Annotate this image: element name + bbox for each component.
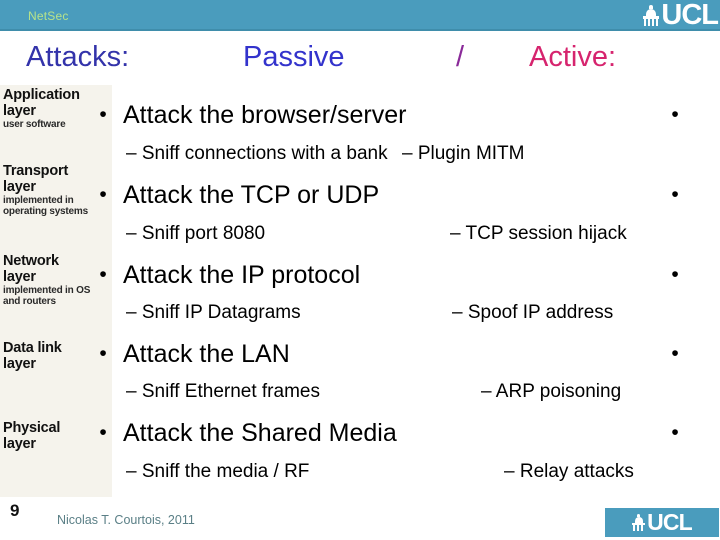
bullet-icon: • [671,103,679,126]
ucl-dome-icon [632,513,646,532]
bullet-icon: • [671,421,679,444]
title-active: Active: [529,41,617,73]
row-sub-active: – Relay attacks [504,461,634,482]
bullet-icon: • [99,421,107,444]
slide-number: 9 [10,501,20,520]
content-row-sub: – Sniff Ethernet frames – ARP poisoning [0,379,720,405]
ucl-logo-header: UCL [643,0,719,31]
header-band: NetSec UCL [0,0,720,31]
page-title: Attacks: Passive / Active: [0,36,720,78]
bullet-icon: • [99,103,107,126]
content-row-main: • Attack the IP protocol • [0,258,720,292]
bullet-icon: • [99,342,107,365]
content-row-main: • Attack the LAN • [0,337,720,371]
title-passive: Passive [243,41,345,73]
row-sub-passive: – Sniff connections with a bank [126,143,388,164]
ucl-logo-footer: UCL [605,508,719,537]
bullet-icon: • [99,263,107,286]
bullet-icon: • [671,183,679,206]
content-row-main: • Attack the TCP or UDP • [0,178,720,212]
ucl-dome-icon [643,4,660,27]
bullet-icon: • [671,263,679,286]
content-row-sub: – Sniff connections with a bank – Plugin… [0,141,720,167]
content-row-sub: – Sniff IP Datagrams – Spoof IP address [0,300,720,326]
row-main-text: Attack the TCP or UDP [123,181,380,209]
row-sub-active: – TCP session hijack [450,223,627,244]
ucl-logo-text: UCL [661,0,719,31]
row-main-text: Attack the LAN [123,340,290,368]
row-sub-active: – Plugin MITM [402,143,525,164]
bullet-icon: • [99,183,107,206]
row-sub-active: – Spoof IP address [452,302,614,323]
row-main-text: Attack the IP protocol [123,261,361,289]
row-main-text: Attack the Shared Media [123,419,397,447]
row-sub-passive: – Sniff the media / RF [126,461,310,482]
course-title: NetSec [28,9,69,23]
ucl-logo-text: UCL [647,509,693,535]
title-separator: / [456,41,465,73]
content-row-main: • Attack the browser/server • [0,98,720,132]
footer-credit: Nicolas T. Courtois, 2011 [57,513,195,527]
content-row-sub: – Sniff the media / RF – Relay attacks [0,459,720,485]
row-sub-passive: – Sniff Ethernet frames [126,381,320,402]
row-sub-passive: – Sniff port 8080 [126,223,266,244]
row-main-text: Attack the browser/server [123,101,407,129]
row-sub-passive: – Sniff IP Datagrams [126,302,301,323]
content-row-sub: – Sniff port 8080 – TCP session hijack [0,221,720,247]
bullet-icon: • [671,342,679,365]
title-attacks: Attacks: [26,41,130,73]
row-sub-active: – ARP poisoning [481,381,622,402]
content-row-main: • Attack the Shared Media • [0,416,720,450]
